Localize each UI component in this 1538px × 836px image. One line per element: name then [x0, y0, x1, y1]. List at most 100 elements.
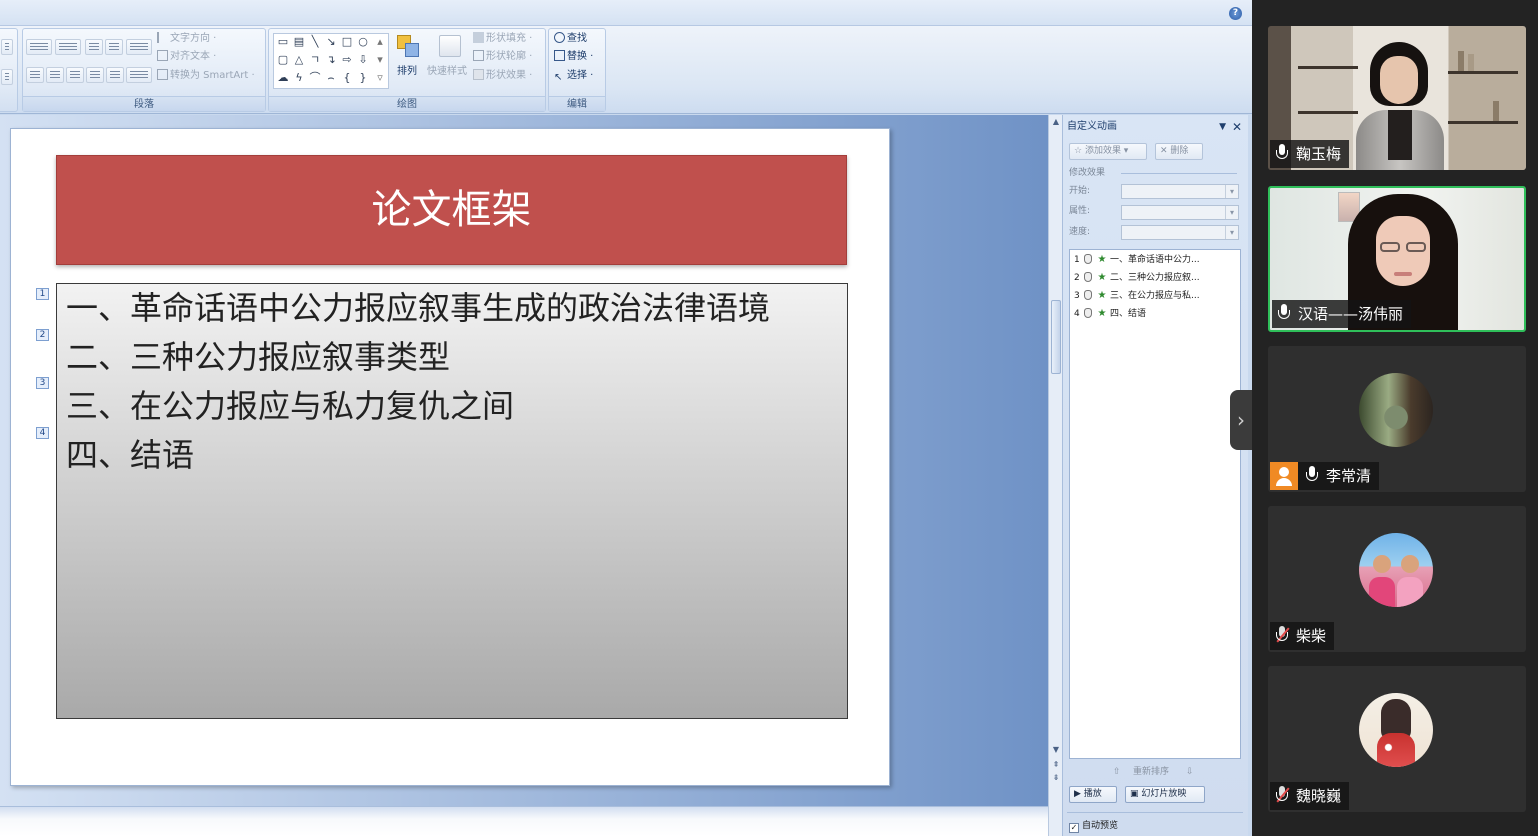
distributed-button[interactable] [106, 67, 124, 83]
increase-indent-button[interactable] [105, 39, 123, 55]
find-button[interactable]: 查找 [554, 32, 587, 46]
participant-person [1356, 40, 1444, 170]
rounded-rect-shape-icon[interactable]: ▢ [276, 54, 290, 66]
clipboard-icon[interactable] [1, 39, 13, 55]
shape-outline-button[interactable]: 形状轮廓 · [473, 50, 532, 64]
rectangle-shape-icon[interactable]: □ [340, 36, 354, 48]
justify-button[interactable] [86, 67, 104, 83]
participant-tile[interactable]: 李常清 [1268, 346, 1526, 492]
shapes-gallery[interactable]: ▭ ▤ ╲ ↘ □ ○ ▢ △ ㄱ ↴ ⇨ ⇩ ☁ ϟ ⌒ ⌢ {} ▴ ▾ … [273, 33, 389, 89]
arc-shape-icon[interactable]: ⌒ [308, 72, 322, 84]
slide-scrollbar[interactable]: ▲ ▼ ⇞ ⇟ [1048, 115, 1062, 836]
add-effect-button[interactable]: ☆ 添加效果 ▾ [1069, 143, 1147, 160]
align-left-button[interactable] [26, 67, 44, 83]
select-button[interactable]: ↖ 选择 · [554, 69, 593, 83]
slide-title-placeholder[interactable]: 论文框架 [56, 155, 847, 265]
speed-select[interactable] [1121, 225, 1239, 240]
play-button[interactable]: ▶ 播放 [1069, 786, 1117, 803]
scroll-down-icon[interactable]: ▼ [1051, 745, 1061, 755]
right-arrow-shape-icon[interactable]: ⇨ [340, 54, 354, 66]
bullets-button[interactable] [26, 39, 52, 55]
numbering-button[interactable] [55, 39, 81, 55]
line-shape-icon[interactable]: ╲ [308, 36, 322, 48]
start-label: 开始: [1069, 186, 1091, 196]
participant-tile[interactable]: 魏晓巍 [1268, 666, 1526, 812]
move-down-icon[interactable]: ⇩ [1186, 766, 1194, 778]
animation-list-item[interactable]: 1 ★ 一、革命话语中公力... [1074, 252, 1200, 268]
slideshow-label: 幻灯片放映 [1141, 789, 1187, 799]
animation-order-tag[interactable]: 1 [36, 288, 49, 300]
animation-order-tag[interactable]: 4 [36, 427, 49, 439]
mouse-click-icon [1084, 272, 1092, 282]
left-brace-shape-icon[interactable]: { [340, 72, 354, 84]
previous-slide-icon[interactable]: ⇞ [1051, 760, 1061, 770]
book [1458, 51, 1464, 71]
animation-list-item[interactable]: 4 ★ 四、结语 [1074, 306, 1146, 322]
align-right-button[interactable] [66, 67, 84, 83]
slide-canvas[interactable]: 论文框架 一、革命话语中公力报应叙事生成的政治法律语境 二、三种公力报应叙事类型… [10, 128, 890, 786]
arrange-label: 排列 [397, 66, 417, 77]
arrange-button[interactable]: 排列 [393, 33, 425, 91]
down-arrow-shape-icon[interactable]: ⇩ [356, 54, 370, 66]
columns-button[interactable] [126, 67, 152, 83]
shelf [1448, 121, 1518, 124]
gallery-up-icon[interactable]: ▴ [374, 36, 386, 48]
gallery-more-icon[interactable]: ▿ [374, 72, 386, 84]
quick-styles-button[interactable]: 快速样式 [427, 33, 471, 91]
scrollbar-thumb[interactable] [1051, 300, 1061, 374]
ribbon-tab-strip: ? [0, 0, 1252, 26]
line-spacing-button[interactable] [126, 39, 152, 55]
move-up-icon[interactable]: ⇧ [1113, 766, 1121, 778]
animation-order-tag[interactable]: 2 [36, 329, 49, 341]
elbow-connector-shape-icon[interactable]: ㄱ [308, 54, 322, 66]
slide-content-placeholder[interactable]: 一、革命话语中公力报应叙事生成的政治法律语境 二、三种公力报应叙事类型 三、在公… [56, 283, 848, 719]
item-label: 四、结语 [1110, 309, 1147, 319]
animation-list[interactable]: 1 ★ 一、革命话语中公力... 2 ★ 二、三种公力报应叙... 3 ★ 三、在公力报应与… [1069, 249, 1241, 759]
mouth [1394, 272, 1412, 276]
textbox-shape-icon[interactable]: ▭ [276, 36, 290, 48]
animation-list-item[interactable]: 2 ★ 二、三种公力报应叙... [1074, 270, 1200, 286]
property-select[interactable] [1121, 205, 1239, 220]
decrease-indent-button[interactable] [85, 39, 103, 55]
ribbon: 文字方向 · 对齐文本 · 转换为 SmartArt · 段落 ▭ ▤ ╲ ↘ … [0, 26, 1252, 114]
vertical-textbox-shape-icon[interactable]: ▤ [292, 36, 306, 48]
replace-button[interactable]: 替换 · [554, 50, 593, 64]
elbow-arrow-shape-icon[interactable]: ↴ [324, 54, 338, 66]
slideshow-button[interactable]: ▣ 幻灯片放映 [1125, 786, 1205, 803]
remove-effect-button[interactable]: ✕ 删除 [1155, 143, 1203, 160]
animation-list-item[interactable]: 3 ★ 三、在公力报应与私... [1074, 288, 1200, 304]
autopreview-checkbox[interactable]: ✓ 自动预览 [1069, 820, 1118, 833]
next-slide-icon[interactable]: ⇟ [1051, 773, 1061, 783]
align-text-button[interactable]: 对齐文本 · [157, 50, 216, 64]
right-brace-shape-icon[interactable]: } [356, 72, 370, 84]
participant-tile[interactable]: 柴柴 [1268, 506, 1526, 652]
mouse-click-icon [1084, 290, 1092, 300]
outline-item: 二、三种公力报应叙事类型 [66, 338, 451, 376]
participant-tile-active-speaker[interactable]: 汉语——汤伟丽 [1268, 186, 1526, 332]
play-label: 播放 [1083, 789, 1102, 799]
shape-effects-button[interactable]: 形状效果 · [473, 69, 532, 83]
oval-shape-icon[interactable]: ○ [356, 36, 370, 48]
align-center-button[interactable] [46, 67, 64, 83]
text-direction-button[interactable]: 文字方向 · [157, 32, 216, 46]
start-select[interactable] [1121, 184, 1239, 199]
font-size-icon[interactable] [1, 69, 13, 85]
triangle-shape-icon[interactable]: △ [292, 54, 306, 66]
pane-menu-icon[interactable]: ▼ [1219, 118, 1226, 136]
help-icon[interactable]: ? [1229, 7, 1242, 20]
remove-label: 删除 [1170, 146, 1189, 156]
convert-smartart-button[interactable]: 转换为 SmartArt · [157, 69, 255, 83]
shape-fill-button[interactable]: 形状填充 · [473, 32, 532, 46]
close-icon[interactable]: ✕ [1232, 118, 1242, 136]
collapse-panel-button[interactable]: › [1230, 390, 1252, 450]
gallery-down-icon[interactable]: ▾ [374, 54, 386, 66]
participant-tile[interactable]: 鞠玉梅 [1268, 26, 1526, 170]
speed-label: 速度: [1069, 227, 1091, 237]
arrow-line-shape-icon[interactable]: ↘ [324, 36, 338, 48]
cloud-shape-icon[interactable]: ☁ [276, 72, 290, 84]
curve-shape-icon[interactable]: ⌢ [324, 72, 338, 84]
animation-order-tag[interactable]: 3 [36, 377, 49, 389]
lightning-shape-icon[interactable]: ϟ [292, 72, 306, 84]
microphone-muted-icon [1276, 626, 1290, 644]
scroll-up-icon[interactable]: ▲ [1051, 117, 1061, 127]
